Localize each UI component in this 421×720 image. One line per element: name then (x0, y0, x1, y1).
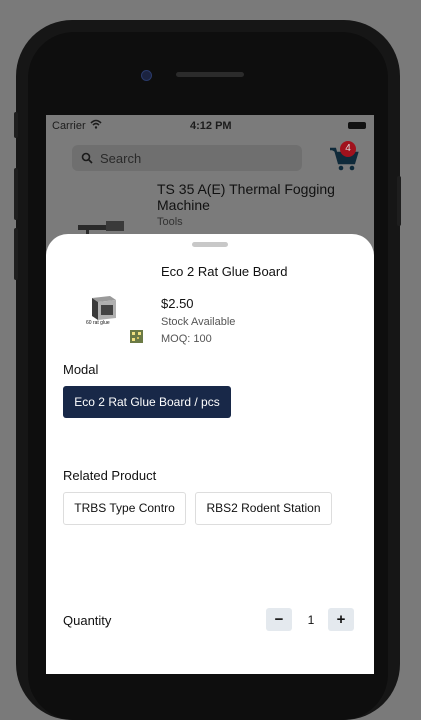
modal-section-label: Modal (63, 362, 99, 377)
item-name: Eco 2 Rat Glue Board (161, 264, 288, 279)
glue-board-image-label: 60 rat glue (86, 320, 110, 326)
product-bottom-sheet: 60 rat glue Eco 2 Rat Glue Board $2.50 S… (46, 234, 374, 674)
item-price: $2.50 (161, 296, 194, 311)
status-time: 4:12 PM (190, 120, 232, 132)
power-button (397, 176, 401, 226)
search-icon (81, 152, 93, 164)
wifi-icon (90, 119, 102, 129)
qr-code-icon[interactable] (130, 330, 143, 343)
quantity-decrement-button[interactable]: − (266, 608, 292, 631)
item-stock-status: Stock Available (161, 316, 236, 328)
related-product-button[interactable]: TRBS Type Contro (63, 492, 186, 525)
related-product-label: Related Product (63, 468, 157, 483)
volume-up-button (14, 168, 18, 220)
front-camera (141, 70, 152, 81)
mute-switch (14, 112, 18, 138)
item-moq: MOQ: 100 (161, 333, 212, 345)
quantity-label: Quantity (63, 613, 112, 628)
search-placeholder: Search (100, 151, 142, 166)
quantity-value: 1 (307, 613, 315, 627)
quantity-increment-button[interactable]: + (328, 608, 354, 631)
cart-count-badge: 4 (340, 141, 356, 157)
carrier-label: Carrier (52, 120, 86, 132)
earpiece-speaker (176, 72, 244, 77)
volume-down-button (14, 228, 18, 280)
background-product-name[interactable]: TS 35 A(E) Thermal Fogging Machine (157, 181, 347, 213)
search-input[interactable]: Search (72, 145, 302, 171)
sheet-grabber-handle[interactable] (192, 242, 228, 247)
background-product-category: Tools (157, 216, 183, 228)
variant-button[interactable]: Eco 2 Rat Glue Board / pcs (63, 386, 231, 418)
battery-icon (348, 122, 366, 129)
related-product-button[interactable]: RBS2 Rodent Station (195, 492, 332, 525)
status-bar: Carrier 4:12 PM (46, 115, 374, 137)
glue-board-image (92, 296, 116, 320)
